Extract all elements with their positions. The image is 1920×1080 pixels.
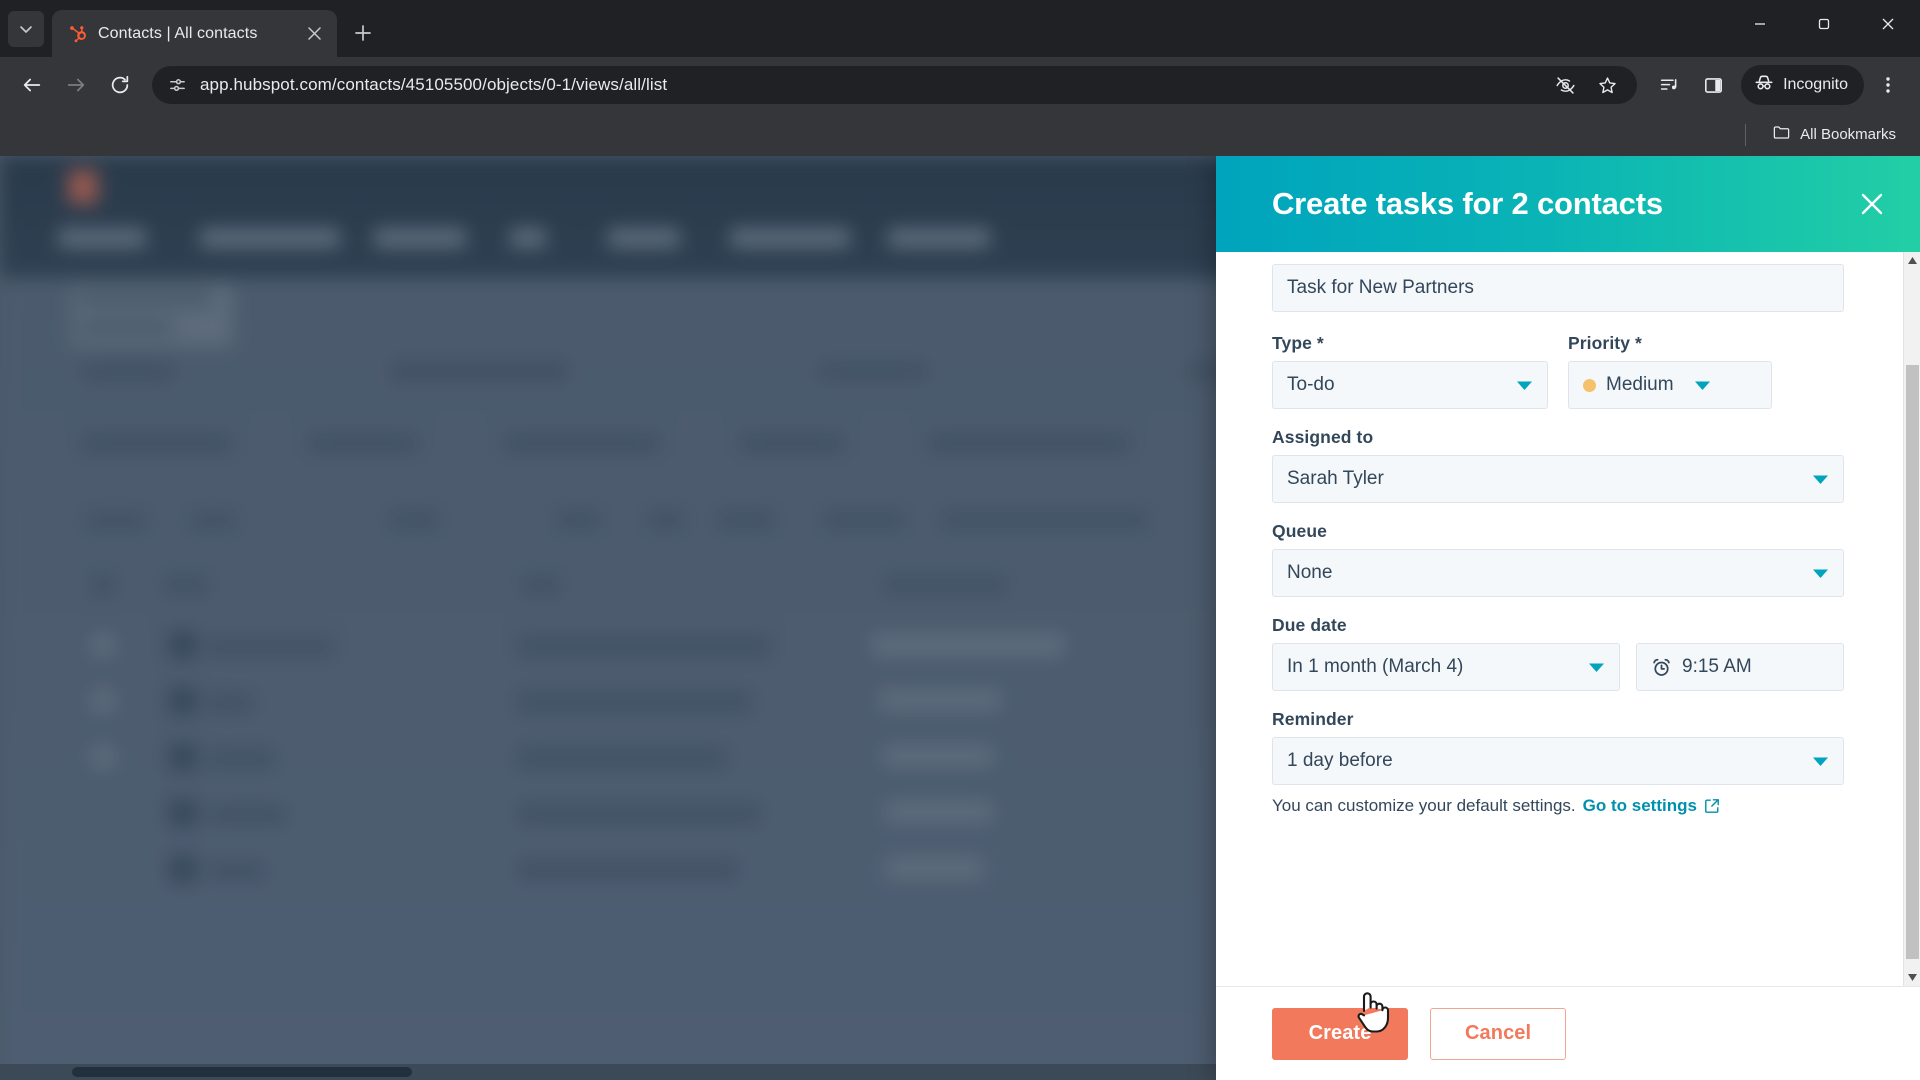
side-panel-icon[interactable] — [1693, 65, 1733, 105]
folder-icon — [1772, 123, 1791, 146]
page-title: Create tasks for 2 contacts — [1272, 186, 1663, 221]
maximize-button[interactable] — [1792, 0, 1856, 48]
close-icon[interactable] — [1852, 184, 1892, 224]
page-info-icon[interactable] — [166, 74, 188, 96]
due-date-dropdown[interactable]: In 1 month (March 4) — [1272, 643, 1620, 691]
chevron-down-icon — [1516, 380, 1533, 391]
assigned-to-value: Sarah Tyler — [1287, 468, 1384, 489]
forward-button[interactable] — [56, 65, 96, 105]
reminder-field: Reminder 1 day before You can customize … — [1272, 709, 1844, 816]
due-date-label: Due date — [1272, 615, 1347, 635]
alarm-clock-icon — [1651, 657, 1672, 678]
three-dot-menu-icon[interactable] — [1868, 65, 1908, 105]
queue-field: Queue None — [1272, 521, 1844, 597]
scrollbar-track[interactable] — [1904, 269, 1920, 969]
type-value: To-do — [1287, 374, 1335, 395]
reading-list-icon[interactable] — [1649, 65, 1689, 105]
address-bar[interactable]: app.hubspot.com/contacts/45105500/object… — [152, 65, 1638, 105]
queue-dropdown[interactable]: None — [1272, 549, 1844, 597]
panel-scrollbar[interactable] — [1903, 252, 1920, 986]
bookmarks-bar: All Bookmarks — [0, 113, 1920, 156]
chevron-down-icon — [1812, 474, 1829, 485]
scroll-up-arrow-icon[interactable] — [1904, 252, 1920, 269]
hubspot-favicon — [68, 24, 88, 44]
external-link-icon[interactable] — [1704, 798, 1720, 814]
minimize-button[interactable] — [1728, 0, 1792, 48]
tab-search-button[interactable] — [8, 11, 44, 47]
due-date-row: In 1 month (March 4) 9:15 AM — [1272, 643, 1844, 691]
task-title-input[interactable]: Task for New Partners — [1272, 264, 1844, 312]
priority-dropdown[interactable]: Medium — [1568, 361, 1772, 409]
type-field: Type * To-do — [1272, 315, 1548, 409]
scrollbar-thumb[interactable] — [1905, 365, 1919, 959]
due-time-value: 9:15 AM — [1682, 656, 1752, 677]
chevron-down-icon — [1812, 756, 1829, 767]
incognito-profile-button[interactable]: Incognito — [1741, 65, 1864, 105]
type-label: Type * — [1272, 333, 1324, 353]
assigned-to-label: Assigned to — [1272, 427, 1374, 447]
incognito-label: Incognito — [1783, 76, 1848, 93]
type-priority-row: Type * To-do Priority * Medium — [1272, 315, 1844, 409]
tab-close-icon[interactable] — [301, 21, 327, 47]
helper-text: You can customize your default settings. — [1272, 796, 1576, 815]
settings-helper-text: You can customize your default settings.… — [1272, 796, 1844, 816]
all-bookmarks-button[interactable]: All Bookmarks — [1764, 119, 1904, 150]
queue-label: Queue — [1272, 521, 1327, 541]
chevron-down-icon — [1694, 380, 1711, 391]
due-time-input[interactable]: 9:15 AM — [1636, 643, 1844, 691]
close-window-button[interactable] — [1856, 0, 1920, 48]
new-tab-button[interactable] — [345, 15, 381, 51]
priority-label: Priority * — [1568, 333, 1642, 353]
window-controls — [1728, 0, 1920, 48]
reminder-dropdown[interactable]: 1 day before — [1272, 737, 1844, 785]
browser-window: Contacts | All contacts app.hubspot.com/… — [0, 0, 1920, 1080]
due-date-field: Due date In 1 month (March 4) 9:15 AM — [1272, 615, 1844, 691]
tab-title: Contacts | All contacts — [98, 24, 258, 42]
url-text[interactable]: app.hubspot.com/contacts/45105500/object… — [200, 75, 1533, 95]
bookmark-star-icon[interactable] — [1587, 65, 1627, 105]
incognito-hat-icon — [1753, 72, 1775, 99]
page-scroll-thumb[interactable] — [72, 1067, 412, 1077]
page-viewport: Create tasks for 2 contacts Task for New… — [0, 156, 1920, 1080]
omnibox-actions — [1545, 65, 1627, 105]
due-date-value: In 1 month (March 4) — [1287, 656, 1464, 677]
go-to-settings-link[interactable]: Go to settings — [1583, 796, 1697, 816]
assigned-to-dropdown[interactable]: Sarah Tyler — [1272, 455, 1844, 503]
chevron-down-icon — [1812, 568, 1829, 579]
create-button[interactable]: Create — [1272, 1007, 1408, 1060]
priority-field: Priority * Medium — [1568, 315, 1844, 409]
chevron-down-icon — [1588, 662, 1605, 673]
task-title-field: Task for New Partners — [1272, 264, 1844, 312]
priority-dot-icon — [1583, 378, 1596, 392]
panel-footer: Create Cancel — [1216, 986, 1920, 1080]
scroll-down-arrow-icon[interactable] — [1904, 969, 1920, 986]
reminder-value: 1 day before — [1287, 750, 1393, 771]
task-title-value: Task for New Partners — [1287, 277, 1474, 298]
browser-toolbar: app.hubspot.com/contacts/45105500/object… — [0, 57, 1920, 113]
priority-value: Medium — [1606, 374, 1674, 395]
all-bookmarks-label: All Bookmarks — [1800, 126, 1896, 143]
assigned-to-field: Assigned to Sarah Tyler — [1272, 427, 1844, 503]
panel-body: Task for New Partners Type * To-do Prior… — [1216, 252, 1920, 986]
back-button[interactable] — [12, 65, 52, 105]
panel-header: Create tasks for 2 contacts — [1216, 156, 1920, 252]
reload-button[interactable] — [100, 65, 140, 105]
cancel-button[interactable]: Cancel — [1430, 1007, 1567, 1060]
page-horizontal-scrollbar[interactable] — [0, 1064, 1216, 1080]
browser-tab[interactable]: Contacts | All contacts — [52, 10, 337, 57]
create-tasks-panel: Create tasks for 2 contacts Task for New… — [1216, 156, 1920, 1080]
tracking-protection-icon[interactable] — [1545, 65, 1585, 105]
queue-value: None — [1287, 562, 1333, 583]
bookmarks-divider — [1745, 123, 1747, 146]
type-dropdown[interactable]: To-do — [1272, 361, 1548, 409]
tab-strip: Contacts | All contacts — [0, 0, 1920, 57]
reminder-label: Reminder — [1272, 709, 1354, 729]
